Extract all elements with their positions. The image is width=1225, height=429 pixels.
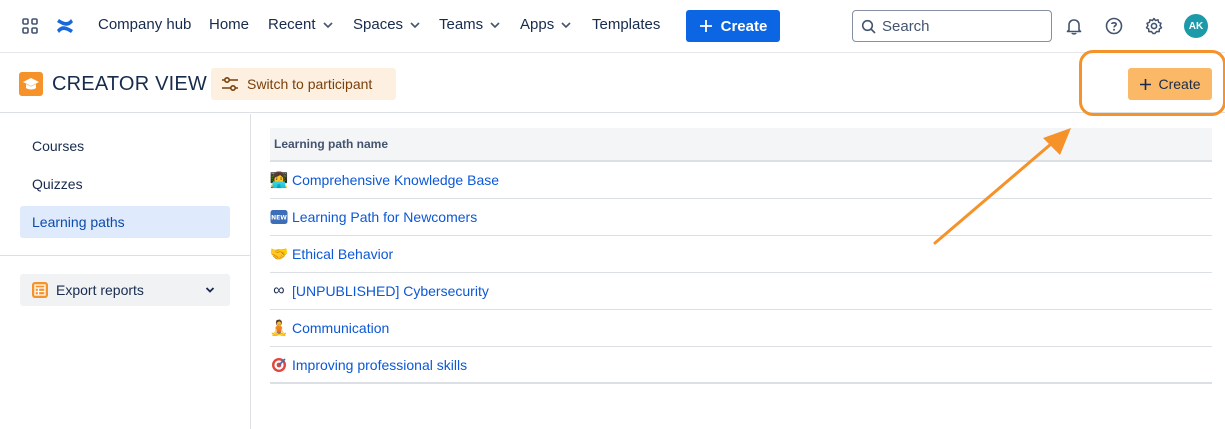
sidebar-item-courses[interactable]: Courses: [20, 130, 230, 162]
settings-gear-icon[interactable]: [1144, 16, 1164, 36]
nav-apps[interactable]: Apps: [520, 16, 572, 33]
sidebar-item-quizzes[interactable]: Quizzes: [20, 168, 230, 200]
table-row: ∞ [UNPUBLISHED] Cybersecurity: [270, 273, 1212, 310]
chevron-down-icon: [490, 21, 500, 28]
woman-technologist-emoji-icon: 👩‍💻: [269, 171, 289, 189]
annotation-arrow-icon: [933, 128, 1071, 245]
direct-hit-emoji-icon: [270, 356, 288, 374]
learning-path-link[interactable]: Improving professional skills: [292, 357, 467, 373]
chevron-down-icon: [410, 21, 420, 28]
learning-path-link[interactable]: Ethical Behavior: [292, 246, 393, 262]
table-row: Improving professional skills: [270, 347, 1212, 384]
user-avatar[interactable]: AK: [1184, 14, 1208, 38]
app-switcher-icon[interactable]: [22, 18, 38, 34]
learning-path-link[interactable]: Communication: [292, 320, 389, 336]
search-input[interactable]: Search: [852, 10, 1052, 42]
handshake-emoji-icon: 🤝: [269, 245, 289, 263]
sidebar-divider: [0, 255, 250, 256]
nav-spaces[interactable]: Spaces: [353, 16, 421, 33]
top-navigation: Company hub Home Recent Spaces Teams App…: [0, 0, 1225, 53]
plus-icon: [699, 20, 712, 32]
sidebar: Courses Quizzes Learning paths Export re…: [0, 114, 251, 429]
learning-path-link[interactable]: [UNPUBLISHED] Cybersecurity: [292, 283, 489, 299]
creator-header: CREATOR VIEW Switch to participant Creat…: [0, 54, 1225, 113]
nav-recent[interactable]: Recent: [268, 16, 334, 33]
annotation-highlight-box: [1079, 50, 1225, 116]
spreadsheet-icon: [32, 282, 48, 298]
infinity-emoji-icon: ∞: [273, 282, 285, 299]
chevron-down-icon: [561, 21, 571, 28]
create-button[interactable]: Create: [686, 10, 780, 42]
page-title: CREATOR VIEW: [52, 73, 208, 95]
export-reports-dropdown[interactable]: Export reports: [20, 274, 230, 306]
sidebar-item-learning-paths[interactable]: Learning paths: [20, 206, 230, 238]
chevron-down-icon: [322, 21, 333, 28]
nav-templates[interactable]: Templates: [592, 16, 660, 33]
learning-path-link[interactable]: Learning Path for Newcomers: [292, 209, 477, 225]
person-lotus-emoji-icon: 🧘: [269, 319, 289, 337]
nav-company-hub[interactable]: Company hub: [98, 16, 191, 33]
nav-home[interactable]: Home: [209, 16, 249, 33]
sliders-icon: [222, 76, 238, 92]
search-icon: [861, 19, 876, 34]
confluence-logo-icon[interactable]: [55, 16, 75, 36]
learning-path-link[interactable]: Comprehensive Knowledge Base: [292, 172, 499, 188]
notifications-bell-icon[interactable]: [1064, 16, 1084, 36]
nav-teams[interactable]: Teams: [439, 16, 501, 33]
graduation-cap-icon: [19, 72, 43, 96]
table-row: 🧘 Communication: [270, 310, 1212, 347]
svg-text:NEW: NEW: [271, 215, 287, 222]
help-icon[interactable]: [1104, 16, 1124, 36]
new-button-emoji-icon: NEW: [270, 208, 288, 226]
chevron-down-icon: [205, 287, 215, 293]
switch-to-participant-button[interactable]: Switch to participant: [211, 68, 396, 100]
